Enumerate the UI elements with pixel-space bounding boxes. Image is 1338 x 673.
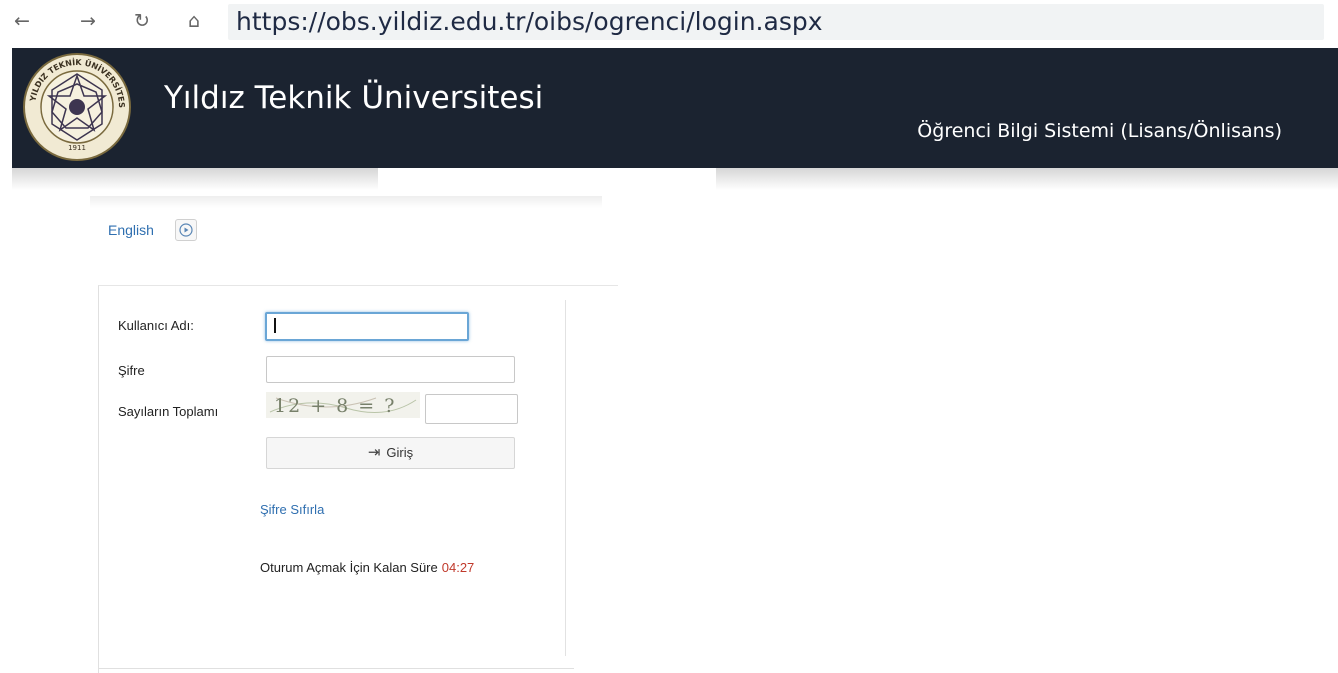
captcha-image: 12 + 8 = ? <box>266 392 420 422</box>
university-logo: YILDIZ TEKNİK ÜNİVERSİTESİ 1911 <box>21 44 132 166</box>
header-shadow-gap <box>378 168 716 190</box>
panel-divider <box>565 300 566 656</box>
reload-icon[interactable]: ↻ <box>134 8 150 34</box>
text-caret <box>274 318 276 333</box>
address-bar[interactable]: https://obs.yildiz.edu.tr/oibs/ogrenci/l… <box>228 4 1324 40</box>
login-button-label: Giriş <box>386 445 414 460</box>
captcha-graphic: 12 + 8 = ? <box>266 392 420 418</box>
site-header: YILDIZ TEKNİK ÜNİVERSİTESİ 1911 Yıldız T… <box>12 44 1338 168</box>
svg-text:1911: 1911 <box>68 144 86 152</box>
language-link-english[interactable]: English <box>108 222 154 238</box>
captcha-label: Sayıların Toplamı <box>118 404 219 419</box>
content-top-shadow <box>90 196 602 208</box>
system-name: Öğrenci Bilgi Sistemi (Lisans/Önlisans) <box>917 120 1282 142</box>
language-switch-icon[interactable] <box>175 219 197 241</box>
browser-toolbar: ← → ↻ ⌂ https://obs.yildiz.edu.tr/oibs/o… <box>0 0 1338 48</box>
session-timer: Oturum Açmak İçin Kalan Süre 04:27 <box>260 560 474 575</box>
home-icon[interactable]: ⌂ <box>188 8 200 34</box>
login-button[interactable]: ⇥ Giriş <box>266 437 515 469</box>
password-label: Şifre <box>118 363 145 378</box>
session-timer-value: 04:27 <box>441 560 475 575</box>
reset-password-link[interactable]: Şifre Sıfırla <box>260 502 324 517</box>
star-seal-icon: YILDIZ TEKNİK ÜNİVERSİTESİ 1911 <box>21 44 131 161</box>
username-input[interactable] <box>265 312 469 341</box>
play-circle-icon <box>179 223 193 237</box>
forward-arrow-icon[interactable]: → <box>80 8 96 34</box>
panel-bottom-border <box>98 668 574 669</box>
login-panel <box>98 285 618 673</box>
university-name: Yıldız Teknik Üniversitesi <box>164 80 544 116</box>
username-label: Kullanıcı Adı: <box>118 318 194 333</box>
back-arrow-icon[interactable]: ← <box>14 8 30 34</box>
password-input[interactable] <box>266 356 515 383</box>
captcha-answer-input[interactable] <box>425 394 518 424</box>
svg-text:12 + 8 = ?: 12 + 8 = ? <box>274 395 396 417</box>
session-timer-label: Oturum Açmak İçin Kalan Süre <box>260 560 438 575</box>
sign-in-icon: ⇥ <box>367 444 381 461</box>
